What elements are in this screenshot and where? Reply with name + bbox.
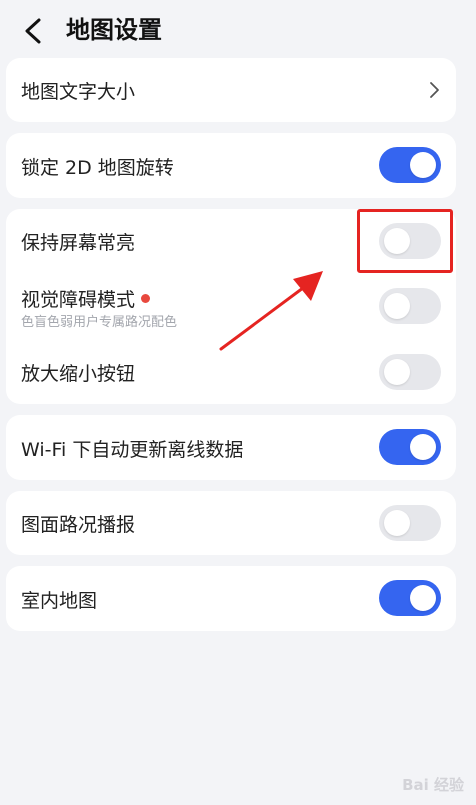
chevron-left-icon[interactable] bbox=[22, 17, 44, 45]
card-map-text-size: 地图文字大小 bbox=[6, 58, 456, 122]
setting-label: 保持屏幕常亮 bbox=[21, 232, 136, 254]
annotation-arrow-icon bbox=[219, 271, 323, 351]
card-indoor-map: 室内地图 bbox=[6, 566, 456, 631]
chevron-right-icon bbox=[430, 82, 439, 98]
setting-label: Wi-Fi 下自动更新离线数据 bbox=[21, 439, 244, 461]
setting-label: 图面路况播报 bbox=[21, 514, 136, 536]
setting-row-traffic-broadcast: 图面路况播报 bbox=[6, 491, 456, 555]
visual-impairment-mode-toggle[interactable] bbox=[379, 288, 441, 324]
traffic-broadcast-toggle[interactable] bbox=[379, 505, 441, 541]
toggle-knob bbox=[410, 434, 436, 460]
watermark: Bai 经验 bbox=[402, 776, 464, 794]
card-lock-2d-rotation: 锁定 2D 地图旋转 bbox=[6, 133, 456, 198]
toggle-knob bbox=[384, 293, 410, 319]
setting-label: 室内地图 bbox=[21, 590, 98, 612]
zoom-buttons-toggle[interactable] bbox=[379, 354, 441, 390]
setting-label: 锁定 2D 地图旋转 bbox=[21, 157, 174, 179]
setting-row-wifi-auto-update: Wi-Fi 下自动更新离线数据 bbox=[6, 415, 456, 480]
header: 地图设置 bbox=[0, 0, 476, 58]
setting-label: 地图文字大小 bbox=[21, 81, 136, 103]
card-traffic-broadcast: 图面路况播报 bbox=[6, 491, 456, 555]
toggle-knob bbox=[410, 152, 436, 178]
wifi-auto-update-toggle[interactable] bbox=[379, 429, 441, 465]
page-title: 地图设置 bbox=[66, 16, 162, 44]
setting-row-lock-2d-rotation: 锁定 2D 地图旋转 bbox=[6, 133, 456, 198]
setting-label: 放大缩小按钮 bbox=[21, 363, 136, 385]
annotation-highlight-box bbox=[357, 209, 453, 273]
lock-2d-rotation-toggle[interactable] bbox=[379, 147, 441, 183]
card-wifi-auto-update: Wi-Fi 下自动更新离线数据 bbox=[6, 415, 456, 480]
setting-row-indoor-map: 室内地图 bbox=[6, 566, 456, 631]
setting-label: 视觉障碍模式 bbox=[21, 285, 151, 312]
setting-label-text: 视觉障碍模式 bbox=[21, 289, 136, 311]
toggle-knob bbox=[384, 359, 410, 385]
toggle-knob bbox=[384, 510, 410, 536]
indoor-map-toggle[interactable] bbox=[379, 580, 441, 616]
toggle-knob bbox=[410, 585, 436, 611]
setting-row-map-text-size[interactable]: 地图文字大小 bbox=[6, 58, 456, 122]
new-badge-dot bbox=[141, 294, 151, 303]
setting-sublabel: 色盲色弱用户专属路况配色 bbox=[21, 315, 178, 330]
